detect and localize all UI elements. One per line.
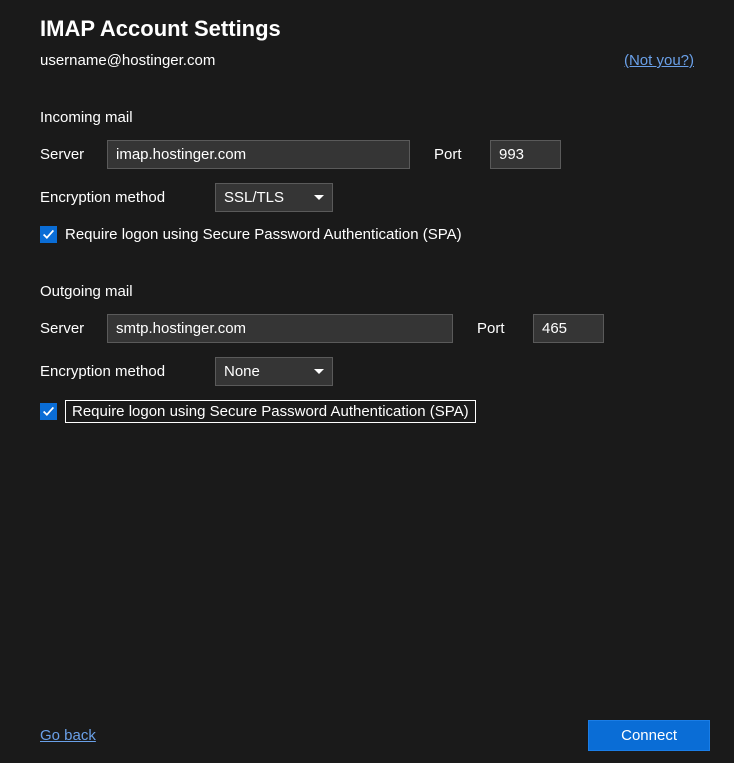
connect-button[interactable]: Connect: [588, 720, 710, 751]
outgoing-section-label: Outgoing mail: [40, 283, 694, 300]
outgoing-server-row: Server Port: [40, 314, 694, 343]
incoming-server-row: Server Port: [40, 140, 694, 169]
incoming-spa-row: Require logon using Secure Password Auth…: [40, 226, 694, 243]
footer: Go back Connect: [40, 720, 710, 751]
outgoing-encryption-select[interactable]: None: [215, 357, 333, 386]
incoming-encryption-row: Encryption method SSL/TLS: [40, 183, 694, 212]
chevron-down-icon: [314, 369, 324, 374]
page-title: IMAP Account Settings: [40, 16, 694, 42]
incoming-port-input[interactable]: [490, 140, 561, 169]
incoming-encryption-value: SSL/TLS: [224, 189, 314, 206]
outgoing-spa-label[interactable]: Require logon using Secure Password Auth…: [65, 400, 476, 423]
outgoing-server-input[interactable]: [107, 314, 453, 343]
outgoing-spa-checkbox[interactable]: [40, 403, 57, 420]
incoming-spa-checkbox[interactable]: [40, 226, 57, 243]
checkmark-icon: [42, 405, 55, 418]
outgoing-encryption-row: Encryption method None: [40, 357, 694, 386]
outgoing-port-label: Port: [477, 320, 533, 337]
outgoing-server-label: Server: [40, 320, 107, 337]
outgoing-encryption-label: Encryption method: [40, 363, 215, 380]
not-you-link[interactable]: (Not you?): [624, 52, 694, 69]
incoming-server-label: Server: [40, 146, 107, 163]
incoming-spa-label[interactable]: Require logon using Secure Password Auth…: [65, 226, 462, 243]
incoming-port-label: Port: [434, 146, 490, 163]
chevron-down-icon: [314, 195, 324, 200]
outgoing-spa-row: Require logon using Secure Password Auth…: [40, 400, 694, 423]
incoming-encryption-label: Encryption method: [40, 189, 215, 206]
account-email: username@hostinger.com: [40, 52, 215, 69]
outgoing-port-input[interactable]: [533, 314, 604, 343]
incoming-server-input[interactable]: [107, 140, 410, 169]
outgoing-encryption-value: None: [224, 363, 314, 380]
incoming-section-label: Incoming mail: [40, 109, 694, 126]
email-row: username@hostinger.com (Not you?): [40, 52, 694, 69]
incoming-encryption-select[interactable]: SSL/TLS: [215, 183, 333, 212]
checkmark-icon: [42, 228, 55, 241]
go-back-link[interactable]: Go back: [40, 727, 96, 744]
